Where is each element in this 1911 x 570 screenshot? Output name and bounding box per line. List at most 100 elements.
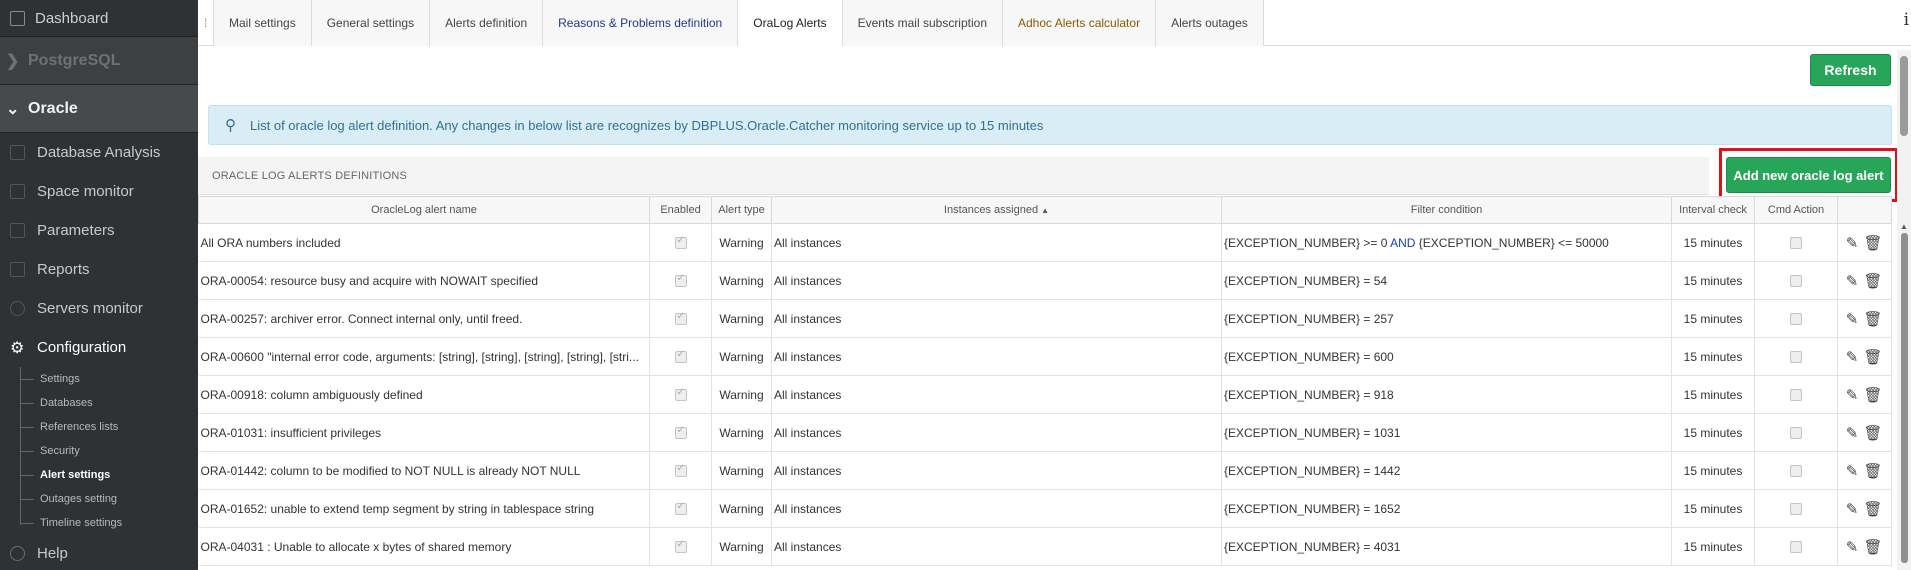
row-actions-cell: ✎ 🗑 [1837, 527, 1892, 566]
trash-icon[interactable]: 🗑 [1863, 385, 1882, 405]
table-row[interactable]: ORA-00257: archiver error. Connect inter… [198, 299, 1892, 338]
sidebar-item-servers-monitor[interactable]: Servers monitor [0, 289, 198, 328]
enabled-checkbox[interactable] [674, 235, 687, 250]
alert-name-cell: ORA-01442: column to be modified to NOT … [198, 451, 650, 490]
submenu-item-timeline-settings[interactable]: Timeline settings [20, 511, 198, 535]
tab-alerts-outages[interactable]: Alerts outages [1156, 0, 1264, 46]
trash-icon[interactable]: 🗑 [1863, 461, 1882, 481]
sidebar-item-database-analysis[interactable]: Database Analysis [0, 133, 198, 172]
enabled-checkbox[interactable] [674, 349, 687, 364]
row-actions-cell: ✎ 🗑 [1837, 261, 1892, 300]
sidebar-item-parameters[interactable]: Parameters [0, 211, 198, 250]
table-row[interactable]: ORA-01031: insufficient privileges Warnin… [198, 413, 1892, 452]
table-row[interactable]: ORA-00600 "internal error code, argument… [198, 337, 1892, 376]
cmd-action-cell [1754, 223, 1838, 262]
scroll-up-icon[interactable]: ▲ [1899, 222, 1909, 231]
filter-text: {EXCEPTION_NUMBER} = 918 [1224, 387, 1394, 402]
cmd-action-checkbox[interactable] [1790, 237, 1802, 250]
edit-icon[interactable]: ✎ [1843, 423, 1861, 443]
column-header-alert-type[interactable]: Alert type [711, 196, 772, 224]
edit-icon[interactable]: ✎ [1843, 233, 1861, 253]
tab-adhoc-alerts-calculator[interactable]: Adhoc Alerts calculator [1003, 0, 1157, 46]
tab-alerts-definition[interactable]: Alerts definition [430, 0, 544, 46]
edit-icon[interactable]: ✎ [1843, 385, 1861, 405]
tab-general-settings[interactable]: General settings [311, 0, 431, 46]
scrollbar-thumb[interactable] [1900, 233, 1908, 563]
submenu-item-alert-settings[interactable]: Alert settings [20, 463, 198, 487]
table-scrollbar[interactable]: ▲ [1899, 222, 1909, 570]
cmd-action-checkbox[interactable] [1790, 427, 1802, 440]
cmd-action-checkbox[interactable] [1790, 503, 1802, 516]
help-icon [10, 546, 25, 561]
table-row[interactable]: ORA-01652: unable to extend temp segment… [198, 489, 1892, 528]
trash-icon[interactable]: 🗑 [1863, 499, 1882, 519]
instances-cell: All instances [771, 413, 1222, 452]
alert-name-cell: ORA-00054: resource busy and acquire wit… [198, 261, 650, 300]
trash-icon[interactable]: 🗑 [1863, 233, 1882, 253]
cmd-action-checkbox[interactable] [1790, 541, 1802, 554]
table-row[interactable]: ORA-00054: resource busy and acquire wit… [198, 261, 1892, 300]
enabled-checkbox[interactable] [674, 425, 687, 440]
sidebar-item-configuration[interactable]: ⚙ Configuration [0, 328, 198, 367]
enabled-checkbox[interactable] [674, 311, 687, 326]
table-row[interactable]: ORA-00918: column ambiguously defined War… [198, 375, 1892, 414]
instances-cell: All instances [771, 299, 1222, 338]
cmd-action-checkbox[interactable] [1790, 389, 1802, 402]
enabled-checkbox[interactable] [674, 539, 687, 554]
submenu-item-outages-setting[interactable]: Outages setting [20, 487, 198, 511]
scrollbar-thumb[interactable] [1900, 56, 1908, 136]
enabled-checkbox[interactable] [674, 463, 687, 478]
alert-name-cell: ORA-00257: archiver error. Connect inter… [198, 299, 650, 338]
tab-mail-settings[interactable]: Mail settings [214, 0, 312, 46]
edit-icon[interactable]: ✎ [1843, 537, 1861, 557]
enabled-checkbox[interactable] [674, 387, 687, 402]
lightbulb-icon: ⚲ [225, 117, 236, 134]
column-header-interval[interactable]: Interval check [1671, 196, 1755, 224]
submenu-item-settings[interactable]: Settings [20, 367, 198, 391]
column-header-filter[interactable]: Filter condition [1221, 196, 1672, 224]
tab-events-mail-subscription[interactable]: Events mail subscription [842, 0, 1003, 46]
sidebar-group-oracle[interactable]: ⌄ Oracle [0, 85, 198, 133]
sidebar-item-space-monitor[interactable]: Space monitor [0, 172, 198, 211]
submenu-item-references-lists[interactable]: References lists [20, 415, 198, 439]
edit-icon[interactable]: ✎ [1843, 499, 1861, 519]
submenu-item-databases[interactable]: Databases [20, 391, 198, 415]
cmd-action-checkbox[interactable] [1790, 313, 1802, 326]
table-row[interactable]: ORA-04031 : Unable to allocate x bytes o… [198, 527, 1892, 566]
refresh-button[interactable]: Refresh [1810, 54, 1891, 86]
add-oracle-log-alert-button[interactable]: Add new oracle log alert [1726, 157, 1891, 193]
edit-icon[interactable]: ✎ [1843, 461, 1861, 481]
column-header-name[interactable]: OracleLog alert name [198, 196, 650, 224]
cmd-action-checkbox[interactable] [1790, 275, 1802, 288]
sidebar-item-help[interactable]: Help [0, 537, 198, 570]
edit-icon[interactable]: ✎ [1843, 347, 1861, 367]
sidebar-item-dashboard[interactable]: Dashboard [0, 0, 198, 37]
info-icon[interactable]: i [1904, 10, 1909, 30]
gear-icon: ⚙ [10, 339, 25, 357]
grip-icon[interactable]: ⁞ [198, 0, 214, 46]
table-row[interactable]: All ORA numbers included WarningAll insta… [198, 223, 1892, 262]
tab-oralog-alerts[interactable]: OraLog Alerts [738, 0, 843, 46]
sidebar-item-reports[interactable]: Reports [0, 250, 198, 289]
submenu-item-security[interactable]: Security [20, 439, 198, 463]
edit-icon[interactable]: ✎ [1843, 309, 1861, 329]
edit-icon[interactable]: ✎ [1843, 271, 1861, 291]
column-header-enabled[interactable]: Enabled [649, 196, 712, 224]
trash-icon[interactable]: 🗑 [1863, 271, 1882, 291]
column-header-cmd-action[interactable]: Cmd Action [1754, 196, 1838, 224]
trash-icon[interactable]: 🗑 [1863, 309, 1882, 329]
book-icon [10, 262, 25, 277]
column-header-instances[interactable]: Instances assigned ▲ [771, 196, 1222, 224]
trash-icon[interactable]: 🗑 [1863, 423, 1882, 443]
trash-icon[interactable]: 🗑 [1863, 537, 1882, 557]
table-row[interactable]: ORA-01442: column to be modified to NOT … [198, 451, 1892, 490]
cmd-action-checkbox[interactable] [1790, 351, 1802, 364]
sidebar-group-postgresql[interactable]: ❯ PostgreSQL [0, 37, 198, 85]
cmd-action-checkbox[interactable] [1790, 465, 1802, 478]
filter-text: {EXCEPTION_NUMBER} = 4031 [1224, 539, 1401, 554]
trash-icon[interactable]: 🗑 [1863, 347, 1882, 367]
enabled-checkbox[interactable] [674, 273, 687, 288]
tab-reasons-problems-definition[interactable]: Reasons & Problems definition [543, 0, 739, 46]
enabled-checkbox[interactable] [674, 501, 687, 516]
sidebar: Dashboard ❯ PostgreSQL ⌄ Oracle Database… [0, 0, 198, 570]
